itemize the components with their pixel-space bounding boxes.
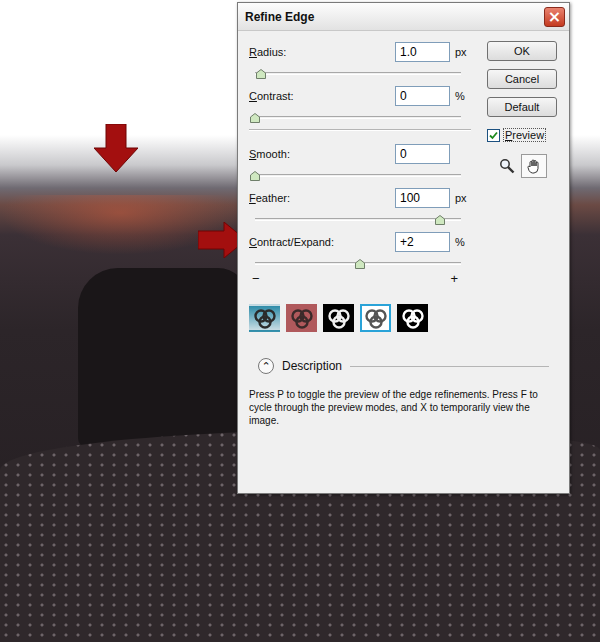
preview-checkbox[interactable]: Preview [487, 128, 557, 142]
dialog-title: Refine Edge [245, 10, 314, 24]
knot-icon [326, 307, 352, 329]
slider-track[interactable] [255, 72, 461, 75]
description-toggle[interactable]: ⌃ [258, 358, 274, 374]
slider-track[interactable] [255, 218, 461, 221]
rock [78, 268, 248, 448]
unit-label: % [455, 90, 475, 102]
checkbox-label: Preview [503, 128, 546, 142]
title-bar[interactable]: Refine Edge × [238, 3, 569, 31]
slider-track[interactable] [255, 262, 461, 265]
value-field[interactable] [395, 232, 450, 252]
preview-mode-button[interactable] [249, 304, 280, 332]
slider-label: Feather: [249, 192, 395, 204]
slider-ends: −+ [252, 271, 458, 286]
checkbox-box[interactable] [487, 129, 500, 142]
slider-thumb-icon[interactable] [355, 259, 365, 269]
value-field[interactable] [395, 188, 450, 208]
screen: Refine Edge × Radius: px Contrast:% Smooth: Fe… [0, 0, 600, 642]
close-button[interactable]: × [544, 7, 565, 27]
down-arrow-icon [94, 124, 138, 172]
knot-icon [252, 307, 278, 329]
tool-row [499, 154, 557, 178]
knot-icon [363, 307, 389, 329]
slider-thumb-icon[interactable] [250, 113, 260, 123]
unit-label: px [455, 192, 475, 204]
slider-row: Contract/Expand:%−+ [249, 231, 475, 286]
preview-mode-button[interactable] [286, 304, 317, 332]
min-label: − [252, 271, 260, 286]
refine-edge-dialog: Refine Edge × Radius: px Contrast:% Smooth: Fe… [237, 2, 570, 494]
separator [249, 129, 471, 131]
slider-thumb-icon[interactable] [256, 69, 266, 79]
description-title: Description [282, 359, 342, 373]
description-text: Press P to toggle the preview of the edg… [249, 388, 559, 427]
slider-row: Contrast:% [249, 85, 475, 119]
knot-icon [289, 307, 315, 329]
dialog-button[interactable]: OK [487, 41, 557, 61]
slider-thumb-icon[interactable] [435, 215, 445, 225]
preview-mode-row [238, 302, 569, 332]
description-header: ⌃ Description [258, 358, 549, 374]
settings-column: Radius: px Contrast:% Smooth: Feather: px Cont… [249, 41, 475, 296]
slider-label: Contrast: [249, 90, 395, 102]
hand-tool-icon [526, 158, 542, 174]
unit-label: px [455, 46, 475, 58]
button-column: OK Cancel Default Preview [487, 41, 557, 296]
value-field[interactable] [395, 86, 450, 106]
checkmark-icon [489, 131, 498, 140]
preview-mode-button[interactable] [360, 304, 391, 332]
slider-row: Radius: px [249, 41, 475, 75]
slider-thumb-icon[interactable] [250, 171, 260, 181]
preview-mode-button[interactable] [323, 304, 354, 332]
slider-label: Smooth: [249, 148, 395, 160]
slider-track[interactable] [255, 174, 461, 177]
description-rule [350, 366, 549, 367]
dialog-button[interactable]: Default [487, 97, 557, 117]
value-field[interactable] [395, 144, 450, 164]
slider-track[interactable] [255, 116, 461, 119]
knot-icon [400, 307, 426, 329]
dialog-body: Radius: px Contrast:% Smooth: Feather: px Cont… [238, 31, 569, 296]
slider-row: Smooth: [249, 143, 475, 177]
slider-label: Contract/Expand: [249, 236, 395, 248]
unit-label: % [455, 236, 475, 248]
max-label: + [450, 271, 458, 286]
slider-label: Radius: [249, 46, 395, 58]
slider-row: Feather: px [249, 187, 475, 221]
value-field[interactable] [395, 42, 450, 62]
zoom-tool-icon[interactable] [499, 158, 515, 174]
hand-tool-button[interactable] [521, 154, 547, 178]
dialog-button[interactable]: Cancel [487, 69, 557, 89]
preview-mode-button[interactable] [397, 304, 428, 332]
